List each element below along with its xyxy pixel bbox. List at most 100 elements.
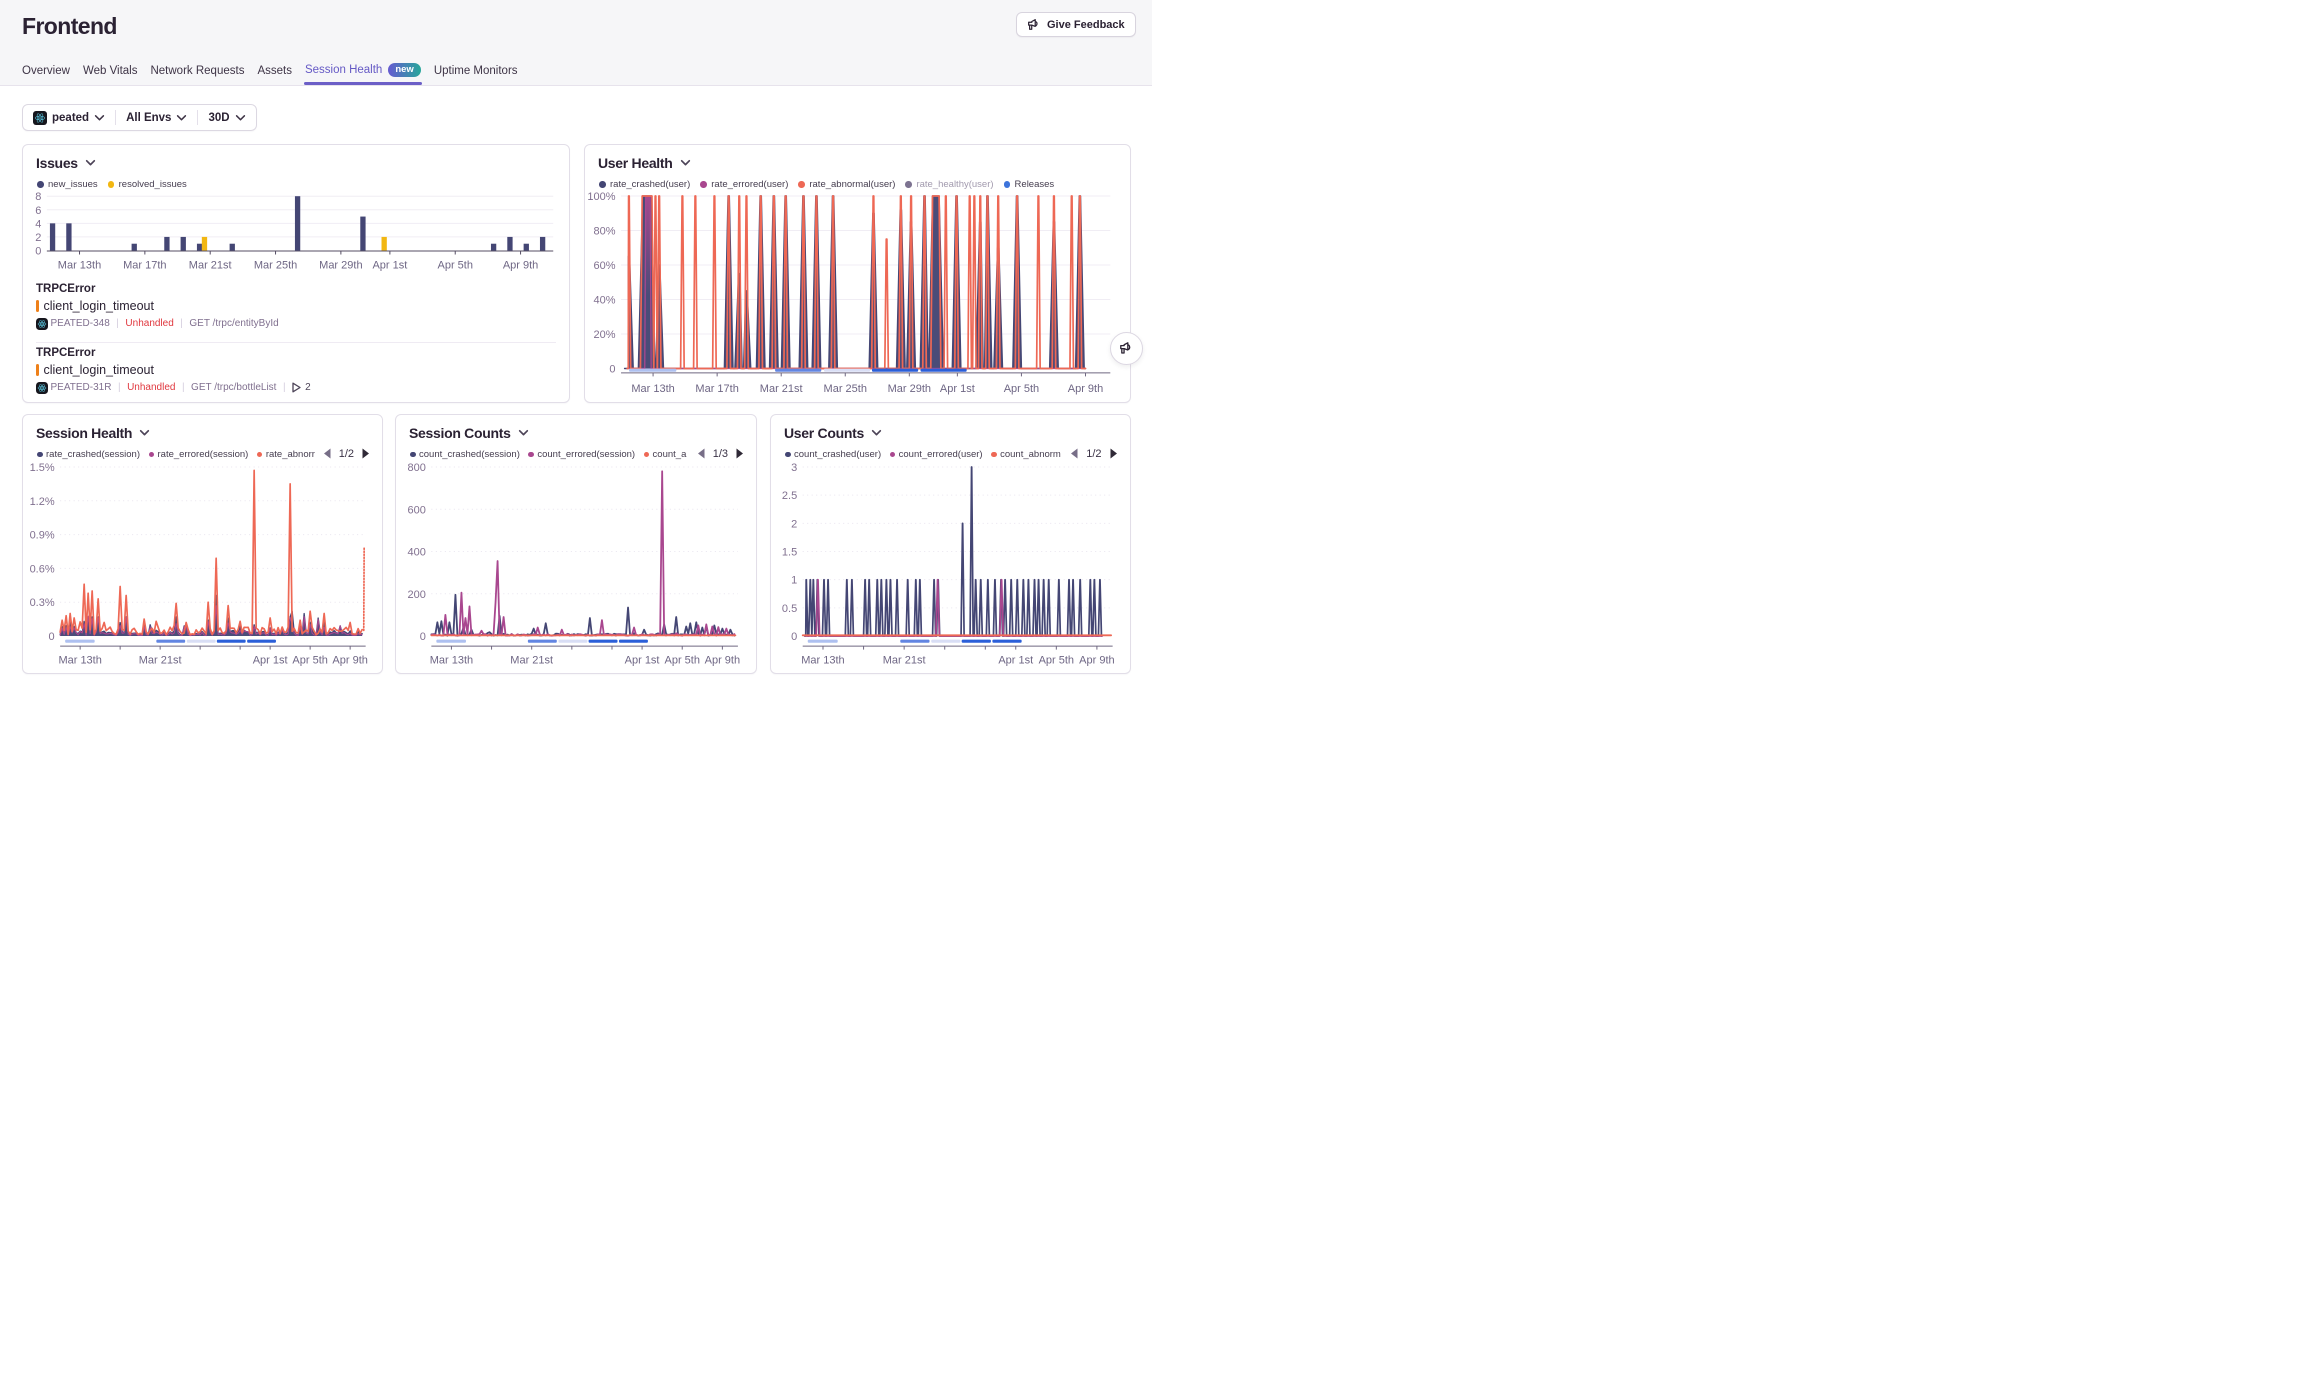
release-track-bar[interactable] xyxy=(872,369,918,372)
issue-type[interactable]: TRPCError xyxy=(36,347,556,359)
x-tick-label: Mar 13th xyxy=(430,655,473,667)
y-tick-label: 100% xyxy=(587,191,615,203)
release-track-bar[interactable] xyxy=(436,640,466,643)
tab-bar: Overview Web Vitals Network Requests Assets… xyxy=(22,63,518,85)
x-tick-label: Apr 5th xyxy=(437,260,472,272)
x-tick-label: Apr 1st xyxy=(998,655,1033,667)
x-tick-label: Apr 5th xyxy=(292,655,327,667)
release-track-bar[interactable] xyxy=(217,640,246,643)
react-project-icon xyxy=(36,318,48,330)
release-track-bar[interactable] xyxy=(962,640,991,643)
release-track-bar[interactable] xyxy=(921,369,967,372)
x-tick-label: Mar 13th xyxy=(58,655,101,667)
issue-message[interactable]: client_login_timeout xyxy=(44,299,155,313)
y-tick-label: 600 xyxy=(407,504,425,516)
release-track-bar[interactable] xyxy=(900,640,929,643)
floating-feedback-button[interactable] xyxy=(1110,332,1143,365)
period-filter[interactable]: 30D xyxy=(198,105,255,130)
x-tick-label: Apr 1st xyxy=(372,260,407,272)
x-tick-label: Apr 1st xyxy=(253,655,288,667)
chevron-down-icon xyxy=(235,114,246,122)
y-tick-label: 2.5 xyxy=(782,490,797,502)
issue-transaction: GET /trpc/bottleList xyxy=(191,382,276,393)
page-title: Frontend xyxy=(22,13,117,40)
megaphone-icon xyxy=(1119,341,1134,356)
give-feedback-label: Give Feedback xyxy=(1047,19,1125,31)
project-filter[interactable]: peated xyxy=(23,105,115,130)
active-tab-underline xyxy=(304,82,422,85)
series-count_crashed(user) xyxy=(805,467,1102,636)
x-tick-label: Mar 21st xyxy=(139,655,182,667)
bar-new_issues xyxy=(491,244,496,251)
meta-separator: | xyxy=(116,318,119,329)
release-track-bar[interactable] xyxy=(824,369,870,372)
issue-message-row: client_login_timeout xyxy=(36,299,556,313)
replay-count[interactable]: 2 xyxy=(292,382,311,393)
issue-short-id: PEATED-31R xyxy=(51,382,112,393)
release-track-bar[interactable] xyxy=(808,640,838,643)
y-tick-label: 0.3% xyxy=(30,597,55,609)
tab-web-vitals[interactable]: Web Vitals xyxy=(83,65,138,85)
tab-session-health[interactable]: Session Healthnew xyxy=(305,63,421,85)
project-filter-label: peated xyxy=(52,112,89,124)
x-tick-label: Apr 1st xyxy=(625,655,660,667)
play-icon xyxy=(292,382,301,393)
chevron-down-icon xyxy=(176,114,187,122)
release-track-bar[interactable] xyxy=(619,640,648,643)
release-track-bar[interactable] xyxy=(528,640,557,643)
release-track-bar[interactable] xyxy=(629,369,676,372)
react-project-icon xyxy=(33,111,47,125)
issue-short-id: PEATED-348 xyxy=(51,318,110,329)
bar-resolved_issues xyxy=(382,237,387,251)
release-track-bar[interactable] xyxy=(775,369,821,372)
release-track-bar[interactable] xyxy=(187,640,216,643)
panel-session-health: Session Healthrate_crashed(session)rate_… xyxy=(22,414,383,674)
bar-new_issues xyxy=(540,237,545,251)
x-tick-label: Apr 9th xyxy=(503,260,538,272)
y-tick-label: 0.9% xyxy=(30,530,55,542)
release-track-bar[interactable] xyxy=(156,640,185,643)
y-tick-label: 8 xyxy=(35,191,41,203)
issue-row[interactable]: TRPCError client_login_timeout PEATED-348 |… xyxy=(36,283,556,330)
tab-assets[interactable]: Assets xyxy=(257,65,292,85)
release-track-bar[interactable] xyxy=(247,640,276,643)
x-tick-label: Mar 21st xyxy=(510,655,553,667)
panel-session-counts: Session Countscount_crashed(session)coun… xyxy=(395,414,757,674)
tab-network-requests[interactable]: Network Requests xyxy=(150,65,244,85)
y-tick-label: 80% xyxy=(594,226,616,238)
filter-bar: peated All Envs 30D xyxy=(22,104,257,131)
bar-resolved_issues xyxy=(202,237,207,251)
x-tick-label: Mar 17th xyxy=(123,260,166,272)
meta-separator: | xyxy=(180,318,183,329)
tab-label: Overview xyxy=(22,65,70,77)
issue-message[interactable]: client_login_timeout xyxy=(44,363,155,377)
release-track-bar[interactable] xyxy=(558,640,587,643)
issue-type[interactable]: TRPCError xyxy=(36,283,556,295)
y-tick-label: 1 xyxy=(791,575,797,587)
tab-uptime-monitors[interactable]: Uptime Monitors xyxy=(434,65,518,85)
y-tick-label: 1.2% xyxy=(30,496,55,508)
give-feedback-button[interactable]: Give Feedback xyxy=(1016,12,1136,37)
y-tick-label: 4 xyxy=(35,218,41,230)
release-track-bar[interactable] xyxy=(65,640,95,643)
tab-label: Web Vitals xyxy=(83,65,138,77)
issue-message-row: client_login_timeout xyxy=(36,363,556,377)
x-tick-label: Mar 29th xyxy=(888,383,931,395)
tab-label: Uptime Monitors xyxy=(434,65,518,77)
y-tick-label: 0 xyxy=(791,631,797,643)
bar-new_issues xyxy=(197,244,202,251)
x-tick-label: Mar 13th xyxy=(801,655,844,667)
release-track-bar[interactable] xyxy=(992,640,1021,643)
environment-filter[interactable]: All Envs xyxy=(116,105,197,130)
issue-row[interactable]: TRPCErrorclient_login_timeoutPEATED-31R|… xyxy=(36,347,556,394)
y-tick-label: 6 xyxy=(35,205,41,217)
x-tick-label: Mar 17th xyxy=(695,383,738,395)
y-tick-label: 0.5 xyxy=(782,603,797,615)
y-tick-label: 2 xyxy=(35,232,41,244)
release-track-bar[interactable] xyxy=(589,640,618,643)
x-tick-label: Apr 9th xyxy=(1068,383,1103,395)
release-track-bar[interactable] xyxy=(931,640,960,643)
y-tick-label: 0.6% xyxy=(30,563,55,575)
tab-overview[interactable]: Overview xyxy=(22,65,70,85)
series-count_errored(session) xyxy=(431,471,734,636)
